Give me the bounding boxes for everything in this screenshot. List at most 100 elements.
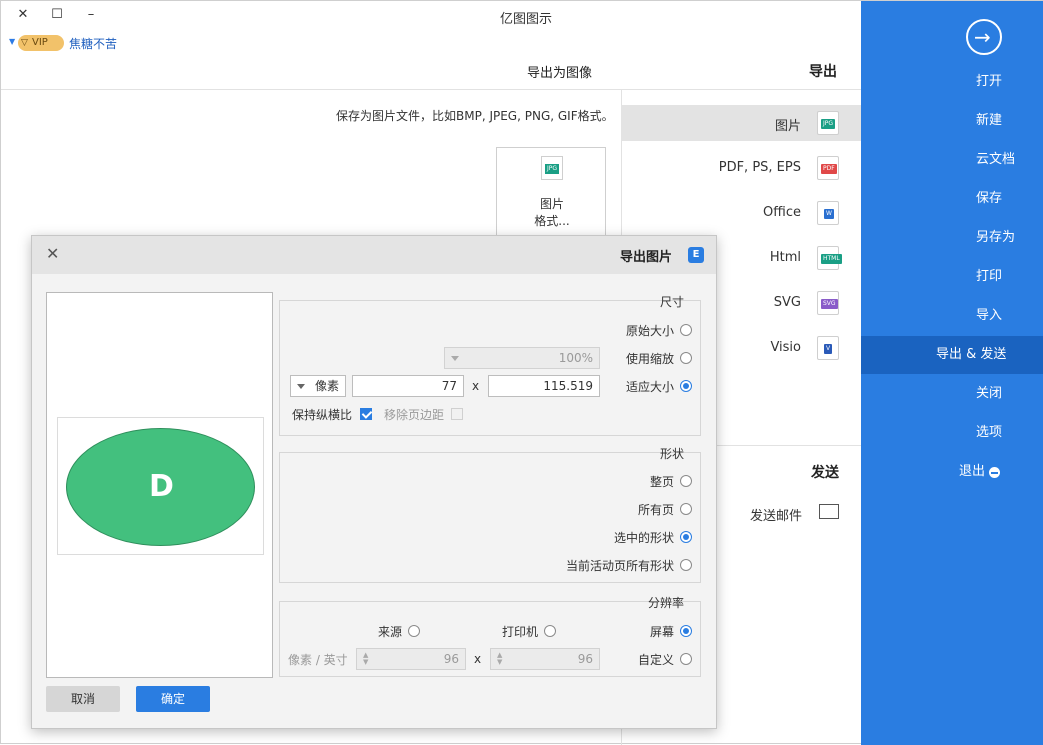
chevron-down-icon xyxy=(297,384,305,389)
sidebar-item-label: 导入 xyxy=(976,308,1003,323)
radio-custom[interactable] xyxy=(680,653,692,665)
width-value: 115.519 xyxy=(543,379,593,393)
vip-crown-icon: ▽ xyxy=(21,38,28,48)
sidebar-item-import[interactable]: 导入 xyxy=(861,297,1043,335)
sidebar-item-save-as[interactable]: 另存为 xyxy=(861,219,1043,257)
radio-original-size[interactable] xyxy=(680,324,692,336)
image-preview: D xyxy=(46,292,273,678)
radio-label: 使用缩放 xyxy=(625,352,674,366)
sidebar-item-export-send[interactable]: 导出 & 发送 xyxy=(861,336,1043,374)
sidebar-item-open[interactable]: 打开 xyxy=(861,63,1043,101)
sidebar-item-exit[interactable]: 退出 xyxy=(861,453,1043,491)
times-sign: x xyxy=(472,379,480,393)
format-item-label: Office xyxy=(763,205,801,220)
width-input[interactable]: 115.519 xyxy=(488,375,600,397)
close-icon[interactable]: ✕ xyxy=(46,244,59,263)
sidebar-item-save[interactable]: 保存 xyxy=(861,180,1043,218)
divider xyxy=(1,89,861,90)
jpg-file-icon: JPG xyxy=(541,156,563,180)
zoom-select[interactable]: 100% xyxy=(444,347,600,369)
sidebar-item-label: 导出 & 发送 xyxy=(936,347,1007,362)
radio-screen[interactable] xyxy=(680,625,692,637)
chevron-down-icon xyxy=(451,356,459,361)
sidebar-item-close[interactable]: 关闭 xyxy=(861,375,1043,413)
unit-select[interactable]: 像素 xyxy=(290,375,346,397)
format-item-label: 图片 xyxy=(774,119,801,134)
dpi-unit-label: 像素 / 英寸 xyxy=(288,653,348,667)
spinner-arrows-icon: ▲ ▼ xyxy=(497,651,503,666)
sidebar-item-label: 关闭 xyxy=(976,386,1003,401)
resolution-group: 分辨率 屏幕 打印机 来源 自定义 ▲ ▼ 96 x ▲ ▼ 96 像素 / 英寸 xyxy=(279,596,701,677)
radio-label: 当前活动页所有形状 xyxy=(565,559,674,573)
maximize-window-button[interactable]: ☐ xyxy=(47,7,67,25)
shape-group: 形状 整页 所有页 选中的形状 当前活动页所有形状 xyxy=(279,447,701,583)
keep-ratio-checkbox[interactable] xyxy=(360,408,372,420)
radio-use-zoom[interactable] xyxy=(680,352,692,364)
format-item-image[interactable]: JPG 图片 xyxy=(621,105,861,141)
preview-ellipse-shape: D xyxy=(66,428,255,546)
radio-label: 选中的形状 xyxy=(613,531,674,545)
image-format-card[interactable]: JPG 图片 格式... xyxy=(496,147,606,242)
remove-margin-checkbox[interactable] xyxy=(451,408,463,420)
group-title: 尺寸 xyxy=(659,295,684,309)
radio-label: 屏幕 xyxy=(649,625,674,639)
sidebar-item-options[interactable]: 选项 xyxy=(861,414,1043,452)
custom-dpi-height-input[interactable]: ▲ ▼ 96 xyxy=(356,648,466,670)
keep-ratio-label: 保持纵横比 xyxy=(292,408,353,422)
radio-printer[interactable] xyxy=(544,625,556,637)
format-item-pdf[interactable]: PDF PDF, PS, EPS xyxy=(621,150,861,186)
sidebar-item-label: 另存为 xyxy=(976,230,1016,245)
custom-dpi-height-value: 96 xyxy=(443,652,459,666)
preview-shape-label: D xyxy=(149,469,174,504)
sidebar-item-label: 云文档 xyxy=(976,152,1016,167)
vip-badge[interactable]: VIP ▽ xyxy=(18,35,64,51)
back-button[interactable]: → xyxy=(966,19,1002,55)
sidebar-item-print[interactable]: 打印 xyxy=(861,258,1043,296)
format-item-label: SVG xyxy=(773,295,801,310)
height-input[interactable]: 77 xyxy=(352,375,464,397)
height-value: 77 xyxy=(441,379,457,393)
sidebar-item-label: 打开 xyxy=(976,74,1003,89)
pdf-file-icon: PDF xyxy=(817,156,839,180)
format-item-label: PDF, PS, EPS xyxy=(718,160,801,175)
format-item-label: Visio xyxy=(770,340,801,355)
sidebar-item-label: 选项 xyxy=(976,425,1003,440)
group-title: 形状 xyxy=(659,447,684,461)
radio-label: 打印机 xyxy=(502,625,539,639)
custom-dpi-width-input[interactable]: ▲ ▼ 96 xyxy=(490,648,600,670)
radio-label: 所有页 xyxy=(637,503,674,517)
times-sign: x xyxy=(474,652,482,666)
ok-button[interactable]: 确定 xyxy=(136,686,210,712)
radio-whole-page[interactable] xyxy=(680,475,692,487)
radio-fit-size[interactable] xyxy=(680,380,692,392)
radio-source[interactable] xyxy=(408,625,420,637)
user-dropdown-icon[interactable]: ▼ xyxy=(9,37,15,46)
close-window-button[interactable]: ✕ xyxy=(13,7,33,25)
image-format-card-label: 图片 格式... xyxy=(534,197,570,228)
visio-file-icon: V xyxy=(817,336,839,360)
send-mail-link[interactable]: 发送邮件 xyxy=(750,505,802,524)
radio-active-page-shapes[interactable] xyxy=(680,559,692,571)
radio-label: 来源 xyxy=(378,625,403,639)
sidebar-item-label: 新建 xyxy=(976,113,1003,128)
jpg-file-icon: JPG xyxy=(817,111,839,135)
radio-label: 自定义 xyxy=(637,653,674,667)
html-file-icon: HTML xyxy=(817,246,842,270)
vip-badge-label: VIP xyxy=(32,37,48,48)
send-header: 发送 xyxy=(811,465,839,481)
minimize-window-button[interactable]: – xyxy=(81,7,101,25)
radio-label: 整页 xyxy=(649,475,674,489)
sidebar-item-label: 保存 xyxy=(976,191,1003,206)
username[interactable]: 焦糖不苦 xyxy=(69,35,117,52)
sidebar-item-cloud[interactable]: 云文档 xyxy=(861,141,1043,179)
format-item-office[interactable]: W Office xyxy=(621,195,861,231)
svg-file-icon: SVG xyxy=(817,291,839,315)
radio-label: 原始大小 xyxy=(625,324,674,338)
mail-icon[interactable] xyxy=(819,504,839,519)
radio-selected-shapes[interactable] xyxy=(680,531,692,543)
dialog-title: 导出图片 xyxy=(619,250,672,265)
radio-all-pages[interactable] xyxy=(680,503,692,515)
title-bar: ✕ ☐ – 亿图图示 xyxy=(1,1,861,31)
sidebar-item-new[interactable]: 新建 xyxy=(861,102,1043,140)
cancel-button[interactable]: 取消 xyxy=(46,686,120,712)
